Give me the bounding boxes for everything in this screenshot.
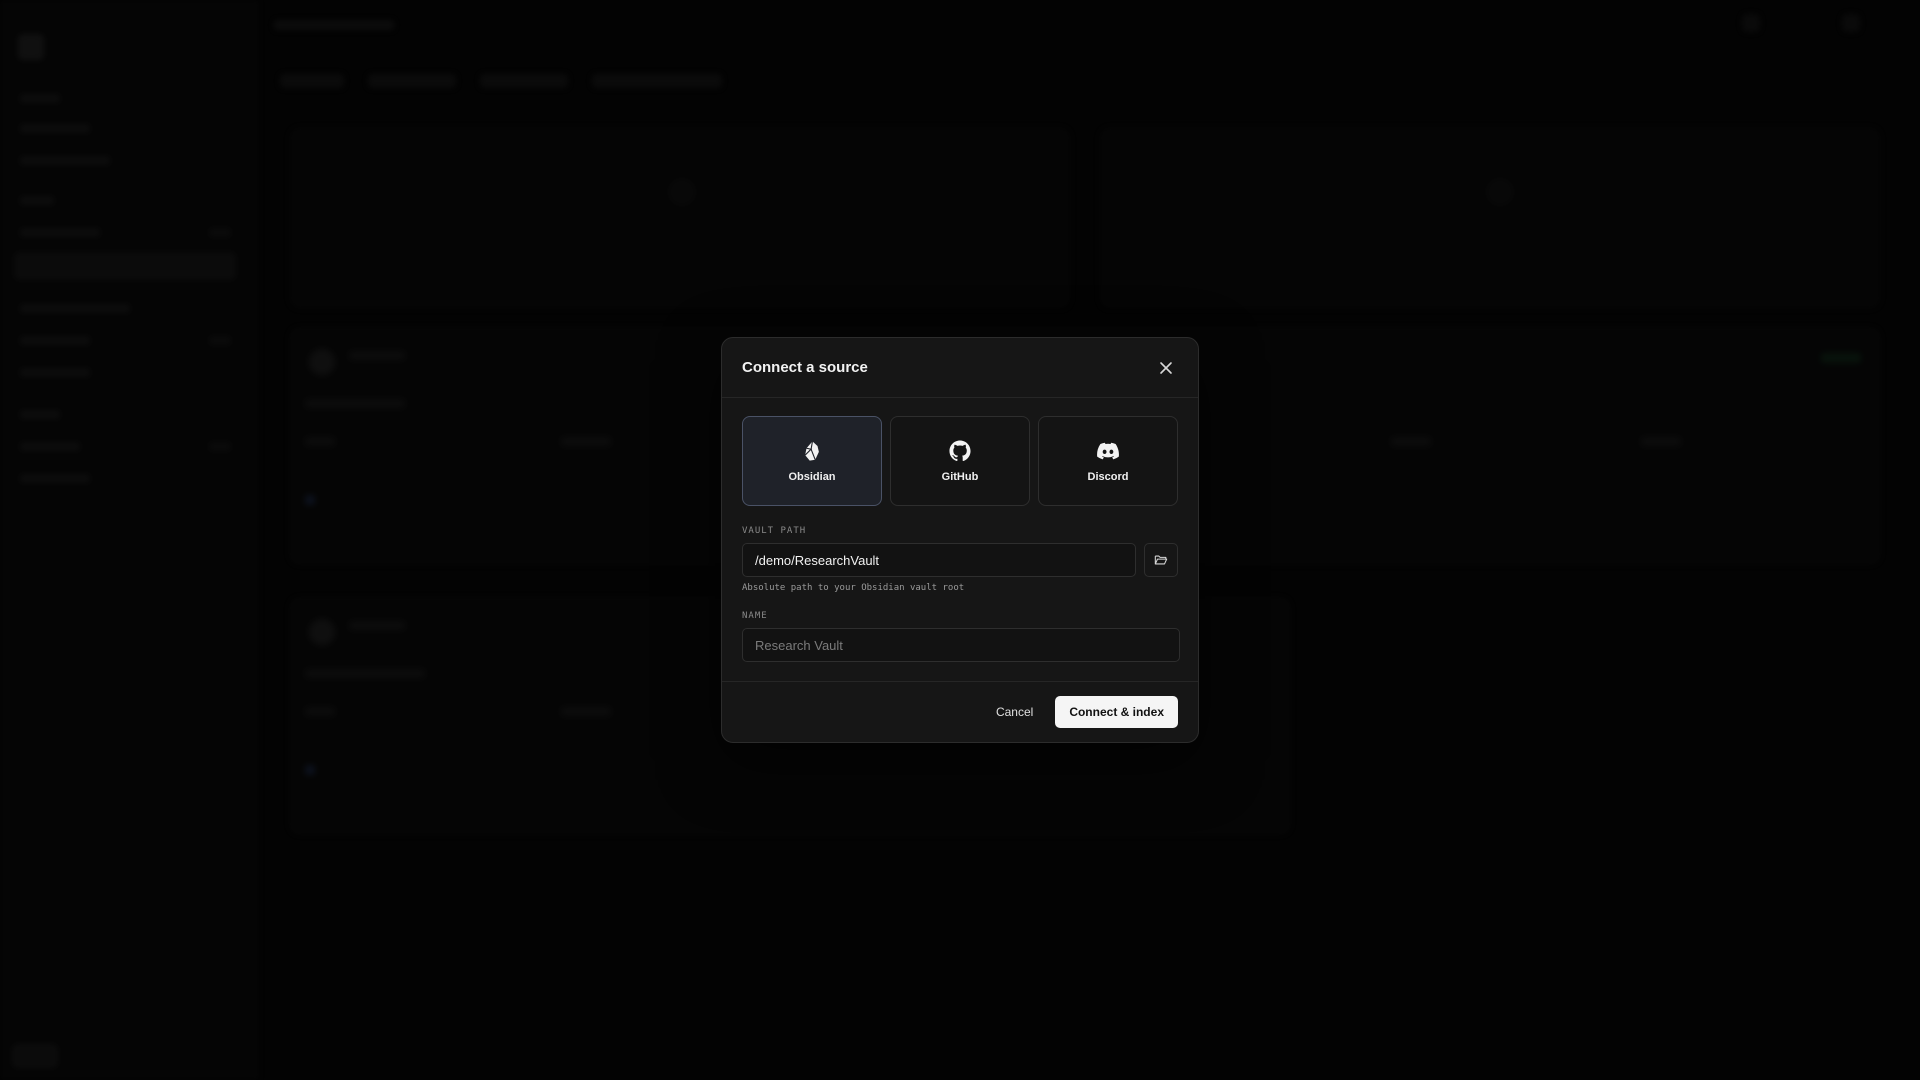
source-label: Obsidian — [788, 470, 836, 483]
source-label: Discord — [1087, 470, 1129, 483]
source-option-discord[interactable]: Discord — [1038, 416, 1178, 506]
source-options: Obsidian GitHub Discord — [742, 416, 1178, 506]
discord-icon — [1097, 442, 1119, 459]
browse-folder-button[interactable] — [1144, 543, 1178, 577]
connect-source-dialog: Connect a source Obsidian GitHub Discord… — [721, 337, 1199, 743]
obsidian-icon — [804, 440, 819, 461]
close-icon — [1160, 361, 1172, 374]
vault-path-row — [742, 543, 1178, 577]
github-icon — [949, 439, 971, 461]
dialog-body: Obsidian GitHub Discord VAULT PATH /demo… — [722, 398, 1198, 662]
name-input[interactable] — [742, 628, 1180, 662]
folder-open-icon — [1154, 555, 1168, 565]
close-button[interactable] — [1154, 356, 1178, 380]
dialog-header: Connect a source — [722, 338, 1198, 398]
cancel-button[interactable]: Cancel — [984, 697, 1045, 727]
dialog-title: Connect a source — [742, 359, 868, 376]
source-option-github[interactable]: GitHub — [890, 416, 1030, 506]
source-label: GitHub — [941, 470, 979, 483]
vault-path-label: VAULT PATH — [742, 526, 807, 536]
name-label: NAME — [742, 611, 768, 621]
connect-index-button[interactable]: Connect & index — [1055, 696, 1178, 728]
vault-path-input[interactable] — [742, 543, 1137, 577]
source-option-obsidian[interactable]: Obsidian — [742, 416, 882, 506]
dialog-footer: Cancel Connect & index — [722, 681, 1198, 742]
vault-path-hint: Absolute path to your Obsidian vault roo… — [742, 583, 965, 593]
